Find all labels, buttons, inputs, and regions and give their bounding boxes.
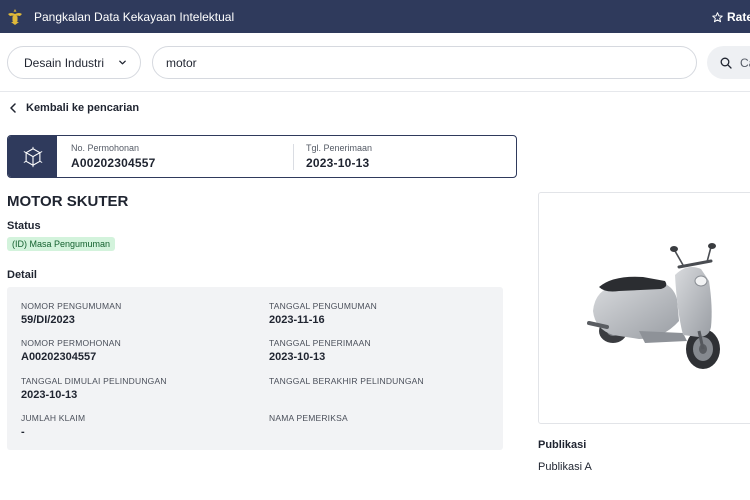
detail-value: - [21,426,25,438]
category-select[interactable]: Desain Industri [7,46,141,79]
detail-panel: NOMOR PENGUMUMAN 59/DI/2023 TANGGAL PENG… [7,287,503,450]
app-title: Pangkalan Data Kekayaan Intelektual [34,10,235,24]
detail-key: TANGGAL DIMULAI PELINDUNGAN [21,376,167,386]
design-image-card[interactable] [538,192,750,424]
application-number-value: A00202304557 [71,156,156,170]
received-date-field: Tgl. Penerimaan 2023-10-13 [306,143,372,170]
detail-value: 59/DI/2023 [21,314,75,326]
detail-value: 2023-10-13 [269,351,326,363]
publication-heading: Publikasi [538,439,587,451]
detail-examiner-name: NAMA PEMERIKSA [269,413,348,426]
search-button-label: Cari [740,55,750,70]
category-select-value: Desain Industri [24,55,105,70]
detail-value: 2023-10-13 [21,389,78,401]
search-input[interactable] [152,46,697,79]
chevron-down-icon [119,60,126,65]
received-date-label: Tgl. Penerimaan [306,143,373,153]
detail-heading: Detail [7,269,37,281]
detail-key: JUMLAH KLAIM [21,413,86,423]
detail-key: TANGGAL PENGUMUMAN [269,301,377,311]
detail-key: TANGGAL BERAKHIR PELINDUNGAN [269,376,424,386]
detail-protection-end: TANGGAL BERAKHIR PELINDUNGAN [269,376,424,389]
publication-item-a[interactable]: Publikasi A [538,461,592,473]
detail-protection-start: TANGGAL DIMULAI PELINDUNGAN 2023-10-13 [21,376,167,401]
application-number-label: No. Permohonan [71,143,140,153]
detail-value: 2023-11-16 [269,314,325,326]
search-icon [720,57,732,69]
id-card-divider [293,144,294,170]
status-badge: (ID) Masa Pengumuman [7,237,116,251]
received-date-value: 2023-10-13 [306,156,370,170]
back-to-search-link[interactable]: Kembali ke pencarian [9,102,139,114]
garuda-emblem-icon [8,9,22,25]
detail-value: A00202304557 [21,351,97,363]
id-card-icon-box [8,136,57,177]
scooter-image [587,243,720,369]
search-button[interactable]: Cari [707,46,750,79]
top-bar: Pangkalan Data Kekayaan Intelektual Rate [0,0,750,33]
record-title: MOTOR SKUTER [7,193,129,210]
cube-network-icon [23,146,42,167]
status-heading: Status [7,220,41,232]
detail-key: NOMOR PERMOHONAN [21,338,122,348]
detail-announcement-date: TANGGAL PENGUMUMAN 2023-11-16 [269,301,377,326]
application-number-field: No. Permohonan A00202304557 [71,143,155,170]
rate-label: Rate [727,10,750,24]
detail-key: TANGGAL PENERIMAAN [269,338,371,348]
detail-application-number: NOMOR PERMOHONAN A00202304557 [21,338,121,363]
back-label: Kembali ke pencarian [26,102,140,114]
detail-key: NAMA PEMERIKSA [269,413,348,423]
detail-received-date: TANGGAL PENERIMAAN 2023-10-13 [269,338,371,363]
star-icon [712,11,723,22]
application-id-card: No. Permohonan A00202304557 Tgl. Penerim… [7,135,517,178]
rate-button[interactable]: Rate [712,10,750,24]
search-bar: Desain Industri Cari [0,33,750,92]
detail-claim-count: JUMLAH KLAIM - [21,413,85,438]
detail-key: NOMOR PENGUMUMAN [21,301,122,311]
detail-announcement-number: NOMOR PENGUMUMAN 59/DI/2023 [21,301,121,326]
chevron-left-icon [10,103,16,113]
